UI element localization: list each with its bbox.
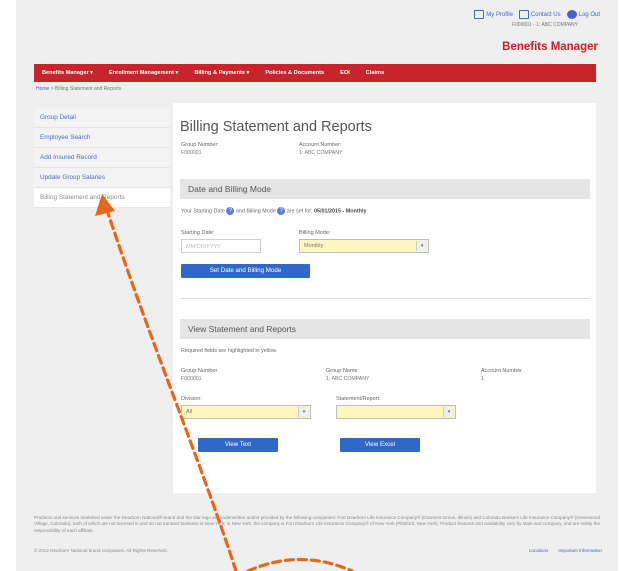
nav-benefits-manager[interactable]: Benefits Manager ▾ xyxy=(34,70,101,76)
chevron-down-icon: ▾ xyxy=(443,407,454,417)
nav-policies-documents[interactable]: Policies & Documents xyxy=(257,70,332,76)
sidebar-item-billing-statement[interactable]: Billing Statement and Reports xyxy=(34,188,170,208)
footer-copyright: © 2012 Dearborn National brand companies… xyxy=(34,548,168,553)
group-number-label: Group Number: xyxy=(181,142,219,148)
nav-enrollment-management[interactable]: Enrollment Management ▾ xyxy=(101,70,186,76)
view-group-name-value: 1: ABC COMPANY xyxy=(326,376,370,382)
page-title: Billing Statement and Reports xyxy=(180,119,372,135)
account-number-value: 1: ABC COMPANY xyxy=(299,150,343,156)
set-date-billing-mode-button[interactable]: Set Date and Billing Mode xyxy=(181,264,310,278)
starting-date-label: Starting Date: xyxy=(181,230,215,236)
date-billing-section-header: Date and Billing Mode xyxy=(180,179,590,199)
main-content: Billing Statement and Reports Group Numb… xyxy=(173,103,596,493)
nav-claims[interactable]: Claims xyxy=(358,70,392,76)
sidebar-item-group-detail[interactable]: Group Detail xyxy=(34,108,170,128)
nav-eoi[interactable]: EOI xyxy=(332,70,358,76)
sidebar: Group Detail Employee Search Add Insured… xyxy=(34,108,170,208)
contact-us-link[interactable]: Contact Us xyxy=(518,10,561,19)
contact-icon xyxy=(518,10,529,19)
account-number-label: Account Number: xyxy=(299,142,342,148)
billing-mode-select[interactable]: Monthly ▾ xyxy=(299,239,429,253)
account-line: F000001 - 1: ABC COMPANY xyxy=(511,22,578,28)
view-group-name-label: Group Name xyxy=(326,368,358,374)
brand-title: Benefits Manager xyxy=(502,41,598,53)
profile-icon xyxy=(474,10,485,19)
logout-icon xyxy=(566,10,577,19)
breadcrumb-home[interactable]: Home xyxy=(36,86,49,92)
footer-link-locations[interactable]: Locations xyxy=(529,548,549,553)
group-number-value: F000001 xyxy=(181,150,202,156)
date-mode-note: Your Starting Date ? and Billing Mode ? … xyxy=(181,207,367,215)
current-start-date: 05/01/2015 xyxy=(314,208,341,215)
sidebar-item-update-group-salaries[interactable]: Update Group Salaries xyxy=(34,168,170,188)
chevron-down-icon: ▾ xyxy=(298,407,309,417)
required-fields-note: Required fields are highlighted in yello… xyxy=(181,348,278,354)
sidebar-item-add-insured-record[interactable]: Add Insured Record xyxy=(34,148,170,168)
division-label: Division: xyxy=(181,396,202,402)
log-out-link[interactable]: Log Out xyxy=(566,10,600,19)
view-group-number-value: F000001 xyxy=(181,376,202,382)
footer-links: Locations Important Information xyxy=(529,548,602,553)
chevron-down-icon: ▾ xyxy=(416,241,427,251)
division-select[interactable]: All ▾ xyxy=(181,405,311,419)
statement-report-select[interactable]: ▾ xyxy=(336,405,456,419)
breadcrumb-current: Billing Statement and Reports xyxy=(55,86,122,92)
view-group-number-label: Group Number xyxy=(181,368,218,374)
main-nav: Benefits Manager ▾ Enrollment Management… xyxy=(34,64,596,82)
view-account-number-label: Account Number xyxy=(481,368,522,374)
help-icon[interactable]: ? xyxy=(277,207,286,215)
nav-billing-payments[interactable]: Billing & Payments ▾ xyxy=(186,70,257,76)
footer-link-important-info[interactable]: Important Information xyxy=(558,548,602,553)
section-divider xyxy=(180,298,590,299)
current-billing-mode: Monthly xyxy=(345,208,367,215)
my-profile-link[interactable]: My Profile xyxy=(474,10,513,19)
footer-disclaimer: Products and services marketed under the… xyxy=(34,515,601,533)
breadcrumb: Home > Billing Statement and Reports xyxy=(36,86,122,92)
help-icon[interactable]: ? xyxy=(226,207,235,215)
billing-mode-label: Billing Mode: xyxy=(299,230,331,236)
view-text-button[interactable]: View Text xyxy=(198,438,278,452)
view-statement-section-header: View Statement and Reports xyxy=(180,319,590,339)
view-account-number-value: 1 xyxy=(481,376,484,382)
statement-report-label: Statement/Report: xyxy=(336,396,381,402)
sidebar-item-employee-search[interactable]: Employee Search xyxy=(34,128,170,148)
view-excel-button[interactable]: View Excel xyxy=(340,438,420,452)
top-links: My Profile Contact Us Log Out xyxy=(474,10,600,19)
browser-page: My Profile Contact Us Log Out F000001 - … xyxy=(16,0,618,571)
starting-date-input[interactable]: MM/DD/YYYY xyxy=(181,239,261,253)
